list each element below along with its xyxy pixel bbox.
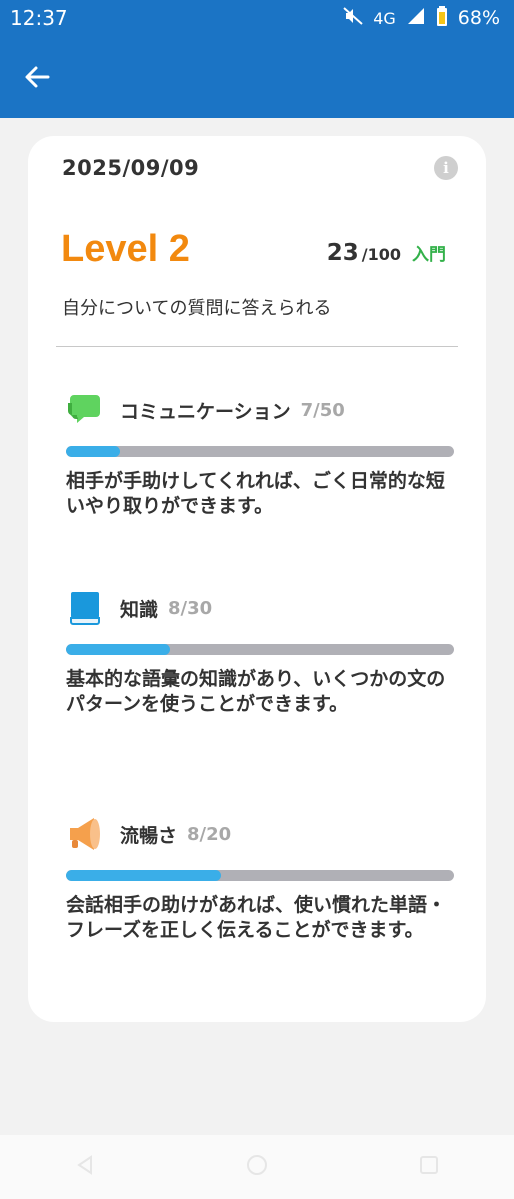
signal-icon xyxy=(406,7,426,29)
chat-bubbles-icon xyxy=(66,392,104,428)
divider xyxy=(56,346,458,347)
score-max: /100 xyxy=(361,245,401,264)
status-time: 12:37 xyxy=(10,6,68,30)
info-icon[interactable]: i xyxy=(434,156,458,180)
app-bar xyxy=(0,36,514,118)
skill-score: 8/20 xyxy=(187,823,232,845)
skill-name: 知識 xyxy=(120,598,159,621)
nav-back-icon[interactable] xyxy=(75,1155,95,1179)
network-label: 4G xyxy=(373,8,396,28)
megaphone-icon xyxy=(66,816,104,852)
progress-fill xyxy=(66,870,222,881)
assessment-date: 2025/09/09 xyxy=(62,156,200,180)
skill-description: 会話相手の助けがあれば、使い慣れた単語・フレーズを正しく伝えることができます。 xyxy=(66,894,447,941)
arrow-left-icon xyxy=(25,66,50,88)
status-bar: 12:37 4G 68% xyxy=(0,0,514,36)
progress-fill xyxy=(66,644,170,655)
level-title: Level 2 xyxy=(61,228,190,270)
level-description: 自分についての質問に答えられる xyxy=(62,298,332,319)
level-card: 2025/09/09 i Level 2 23 /100 入門 自分についての質… xyxy=(28,136,486,1022)
progress-bar xyxy=(66,644,454,655)
status-icons: 4G 68% xyxy=(343,6,500,30)
nav-home-icon[interactable] xyxy=(246,1154,268,1180)
battery-icon xyxy=(436,6,448,30)
skill-knowledge: 知識 8/30 基本的な語彙の知識があり、いくつかの文のパターンを使うことができ… xyxy=(66,590,454,717)
skill-name: コミュニケーション xyxy=(120,400,291,423)
nav-recents-icon[interactable] xyxy=(419,1155,439,1179)
system-nav-bar xyxy=(0,1135,514,1199)
book-icon xyxy=(66,590,104,626)
progress-bar xyxy=(66,446,454,457)
progress-fill xyxy=(66,446,121,457)
skill-fluency: 流暢さ 8/20 会話相手の助けがあれば、使い慣れた単語・フレーズを正しく伝える… xyxy=(66,816,454,943)
skill-score: 8/30 xyxy=(168,597,213,619)
skill-description: 相手が手助けしてくれれば、ごく日常的な短いやり取りができます。 xyxy=(66,470,445,517)
total-score: 23 /100 入門 xyxy=(327,240,446,266)
skill-description: 基本的な語彙の知識があり、いくつかの文のパターンを使うことができます。 xyxy=(66,668,446,715)
mute-icon xyxy=(343,7,363,29)
skill-communication: コミュニケーション 7/50 相手が手助けしてくれれば、ごく日常的な短いやり取り… xyxy=(66,392,454,519)
skill-name: 流暢さ xyxy=(120,824,178,847)
progress-bar xyxy=(66,870,454,881)
skill-score: 7/50 xyxy=(300,399,345,421)
back-button[interactable] xyxy=(20,60,54,94)
battery-level: 68% xyxy=(457,7,500,29)
rank-label: 入門 xyxy=(412,245,446,265)
score-value: 23 xyxy=(326,240,359,266)
